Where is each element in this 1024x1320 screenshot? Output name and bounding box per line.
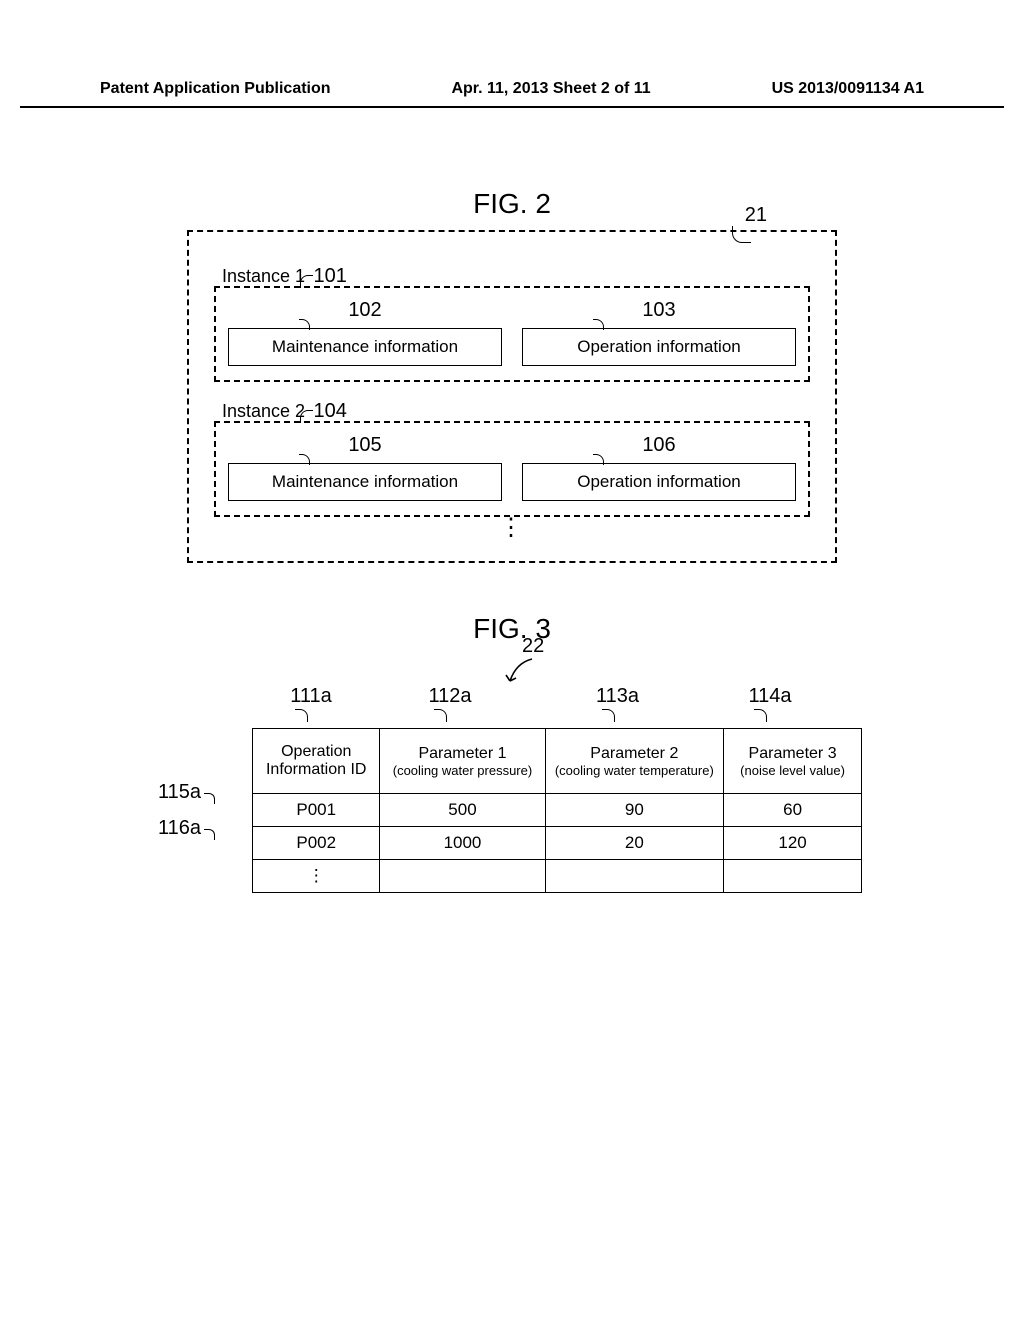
instance-2-operation-label: Operation information (577, 472, 740, 491)
column-refs: 111a 112a 113a 114a (252, 685, 862, 708)
instance-2-maintenance-label: Maintenance information (272, 472, 458, 491)
ref-115a: 115a (158, 781, 201, 803)
cell-p1: 1000 (380, 827, 545, 860)
ref-114a: 114a (748, 685, 791, 707)
ref-105: 105 (348, 434, 381, 457)
ref-21-leader (732, 226, 751, 243)
table-row-dots: ⋮ (253, 860, 862, 893)
instance-1-operation-label: Operation information (577, 337, 740, 356)
ref-106: 106 (642, 434, 675, 457)
ref-102-leader (299, 319, 310, 330)
fig3-table: Operation Information ID Parameter 1(coo… (252, 728, 862, 893)
fig2-title: FIG. 2 (80, 188, 944, 220)
instance-1-inner: 102 Maintenance information 103 Operatio… (214, 286, 810, 382)
ref-104: 104 (314, 400, 347, 422)
row-refs: 115a 116a (158, 781, 201, 853)
instance-2-block: Instance 2 104 105 Maintenance informati… (214, 400, 810, 531)
instance-1-block: Instance 1 101 102 Maintenance informati… (214, 265, 810, 382)
cell-p1: 500 (380, 794, 545, 827)
ref-103: 103 (642, 299, 675, 322)
instance-1-operation-box: 103 Operation information (522, 328, 796, 366)
instance-2-label: Instance 2 (214, 401, 305, 421)
instance-1-label: Instance 1 (214, 266, 305, 286)
cell-empty (380, 860, 545, 893)
ref-106-leader (593, 454, 604, 465)
page-header: Patent Application Publication Apr. 11, … (20, 0, 1004, 108)
col-header-operation-id: Operation Information ID (253, 729, 380, 794)
ref-103-leader (593, 319, 604, 330)
cell-id: P002 (253, 827, 380, 860)
fig3-title: FIG. 3 (80, 613, 944, 645)
ref-112a: 112a (428, 685, 471, 707)
ref-102: 102 (348, 299, 381, 322)
ref-104-text: 104 (314, 400, 347, 422)
ref-105-leader (299, 454, 310, 465)
cell-empty (724, 860, 862, 893)
instance-1-maintenance-box: 102 Maintenance information (228, 328, 502, 366)
instance-1-maintenance-label: Maintenance information (272, 337, 458, 356)
col-header-param2: Parameter 2(cooling water temperature) (545, 729, 724, 794)
cell-empty (545, 860, 724, 893)
ref-101-text: 101 (314, 265, 347, 287)
ref-113a: 113a (596, 685, 639, 707)
cell-id: P001 (253, 794, 380, 827)
instance-2-operation-box: 106 Operation information (522, 463, 796, 501)
header-center: Apr. 11, 2013 Sheet 2 of 11 (451, 80, 650, 98)
ref-21: 21 (745, 204, 767, 227)
fig3-diagram: 22 111a 112a 113a 114a 115a 116a Operati… (162, 685, 862, 893)
table-row: P002 1000 20 120 (253, 827, 862, 860)
cell-p3: 60 (724, 794, 862, 827)
vertical-dots-icon: ⋮ (214, 525, 810, 531)
ref-101: 101 (314, 265, 347, 287)
cell-p2: 20 (545, 827, 724, 860)
table-header-row: Operation Information ID Parameter 1(coo… (253, 729, 862, 794)
col-header-param3: Parameter 3(noise level value) (724, 729, 862, 794)
table-row: P001 500 90 60 (253, 794, 862, 827)
col-header-param1: Parameter 1(cooling water pressure) (380, 729, 545, 794)
ref-22: 22 (522, 635, 544, 658)
cell-p3: 120 (724, 827, 862, 860)
cell-p2: 90 (545, 794, 724, 827)
ref-111a: 111a (290, 685, 332, 707)
header-left: Patent Application Publication (100, 80, 331, 98)
fig2-diagram: 21 Instance 1 101 102 Maintenance inform… (187, 230, 837, 563)
instance-2-maintenance-box: 105 Maintenance information (228, 463, 502, 501)
ref-116a: 116a (158, 817, 201, 839)
header-right: US 2013/0091134 A1 (772, 80, 924, 98)
instance-2-inner: 105 Maintenance information 106 Operatio… (214, 421, 810, 517)
outer-dashed-box: Instance 1 101 102 Maintenance informati… (187, 230, 837, 563)
cell-dots: ⋮ (253, 860, 380, 893)
